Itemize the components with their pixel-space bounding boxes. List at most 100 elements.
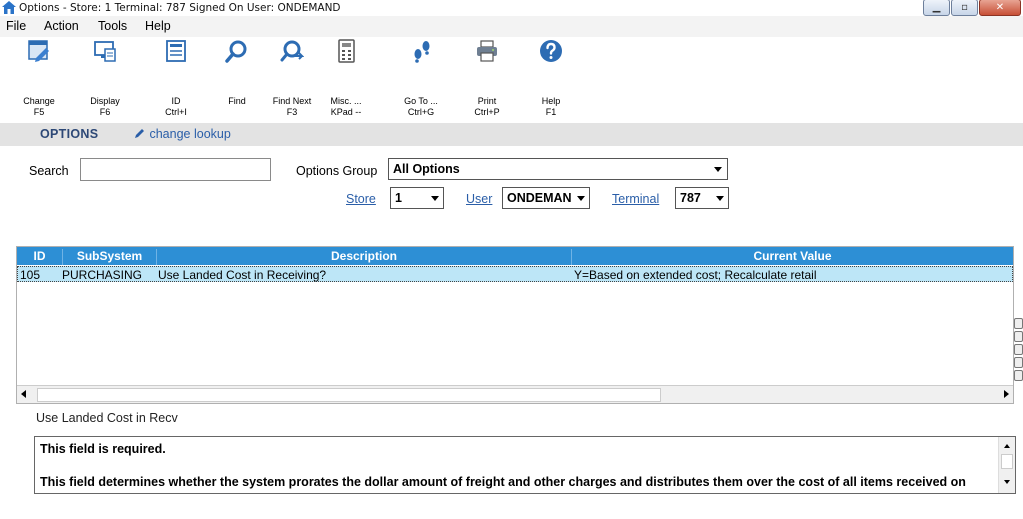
close-button[interactable]: ✕ [979,0,1021,16]
printer-icon [477,40,497,62]
home-icon [2,1,16,14]
user-select[interactable]: ONDEMAN [502,187,590,209]
scroll-up-icon[interactable] [1004,444,1010,448]
vertical-scrollbar[interactable] [998,437,1015,493]
keypad-icon [338,39,355,63]
footsteps-icon [414,41,430,63]
options-group-select[interactable]: All Options [388,158,728,180]
page-title: OPTIONS [40,127,99,141]
column-header-current-value[interactable]: Current Value [572,249,1013,265]
minimize-icon: ▁ [932,2,941,13]
scrollbar-thumb[interactable] [37,388,661,402]
change-lookup-link[interactable]: change lookup [134,127,231,141]
toolbar: Change F5 Display F6 ID Ctrl+I Find Find… [0,37,1023,123]
maximize-button[interactable]: ▫ [951,0,978,16]
help-shortcut: F1 [545,107,557,117]
scroll-left-icon[interactable] [21,390,26,398]
cell-subsystem: PURCHASING [62,268,143,282]
search-input[interactable] [80,158,271,181]
misc-button[interactable]: Misc. ... KPad -- [327,37,365,123]
misc-label: Misc. ... [330,96,362,106]
cell-description: Use Landed Cost in Receiving? [158,268,327,282]
display-shortcut: F6 [99,107,111,117]
options-group-label: Options Group [296,164,378,178]
menu-help[interactable]: Help [145,19,171,33]
terminal-select[interactable]: 787 [675,187,729,209]
add-row-icon[interactable] [1014,318,1023,329]
user-value: ONDEMAN [507,191,572,205]
horizontal-scrollbar[interactable] [17,385,1013,403]
id-card-icon [166,40,186,62]
change-lookup-label: change lookup [149,127,231,141]
display-button[interactable]: Display F6 [88,37,122,123]
find-next-shortcut: F3 [286,107,298,117]
change-label: Change [23,96,55,106]
store-value: 1 [395,191,402,205]
detail-line-required: This field is required. [40,442,166,456]
menu-tools[interactable]: Tools [98,19,127,33]
minimize-button[interactable]: ▁ [923,0,950,16]
delete-row-icon[interactable] [1014,344,1023,355]
print-grid-icon[interactable] [1014,357,1023,368]
help-icon [540,40,562,62]
options-group-value: All Options [393,162,460,176]
column-header-description[interactable]: Description [157,249,572,265]
chevron-down-icon [714,167,722,172]
scrollbar-thumb[interactable] [1001,454,1013,469]
id-shortcut: Ctrl+I [165,107,187,117]
scroll-down-icon[interactable] [1004,480,1010,484]
edit-row-icon[interactable] [1014,331,1023,342]
change-shortcut: F5 [33,107,45,117]
search-label: Search [29,164,69,178]
scroll-right-icon[interactable] [1004,390,1009,398]
id-button[interactable]: ID Ctrl+I [159,37,193,123]
detail-label: Use Landed Cost in Recv [36,411,178,425]
misc-shortcut: KPad -- [330,107,362,117]
change-icon [28,40,49,62]
table-row[interactable]: 105 PURCHASING Use Landed Cost in Receiv… [17,266,1013,282]
store-link[interactable]: Store [346,192,376,206]
display-label: Display [90,96,120,106]
change-button[interactable]: Change F5 [22,37,56,123]
cell-id: 105 [20,268,41,282]
store-select[interactable]: 1 [390,187,444,209]
id-label: ID [171,96,181,106]
find-label: Find [228,96,246,106]
goto-button[interactable]: Go To ... Ctrl+G [399,37,443,123]
magnifier-icon [225,40,247,63]
user-link[interactable]: User [466,192,492,206]
find-next-button[interactable]: Find Next F3 [273,37,311,123]
print-button[interactable]: Print Ctrl+P [467,37,507,123]
maximize-icon: ▫ [961,2,968,13]
print-shortcut: Ctrl+P [474,107,500,117]
terminal-value: 787 [680,191,701,205]
side-toolbar [1014,318,1023,400]
help-button[interactable]: Help F1 [533,37,569,123]
find-next-label: Find Next [272,96,312,106]
window-title: Options - Store: 1 Terminal: 787 Signed … [19,2,341,14]
chevron-down-icon [716,196,724,201]
cell-current-value: Y=Based on extended cost; Recalculate re… [574,268,817,282]
detail-textbox[interactable]: This field is required. This field deter… [34,436,1016,494]
export-icon[interactable] [1014,370,1023,381]
menu-action[interactable]: Action [44,19,79,33]
print-label: Print [477,96,497,106]
column-header-id[interactable]: ID [17,249,63,265]
detail-line-description: This field determines whether the system… [40,475,966,489]
find-next-icon [280,40,304,62]
chevron-down-icon [431,196,439,201]
terminal-link[interactable]: Terminal [612,192,659,206]
menu-file[interactable]: File [6,19,26,33]
menu-bar: File Action Tools Help [0,16,1023,37]
help-label: Help [541,96,561,106]
options-grid: ID SubSystem Description Current Value 1… [16,246,1014,404]
title-bar: Options - Store: 1 Terminal: 787 Signed … [0,0,1023,16]
grid-header: ID SubSystem Description Current Value [17,247,1013,265]
display-icon [94,41,116,62]
chevron-down-icon [577,196,585,201]
options-header-bar: OPTIONS change lookup [0,123,1023,146]
close-icon: ✕ [995,2,1005,13]
pencil-icon [135,129,144,138]
find-button[interactable]: Find [220,37,254,123]
column-header-subsystem[interactable]: SubSystem [63,249,157,265]
